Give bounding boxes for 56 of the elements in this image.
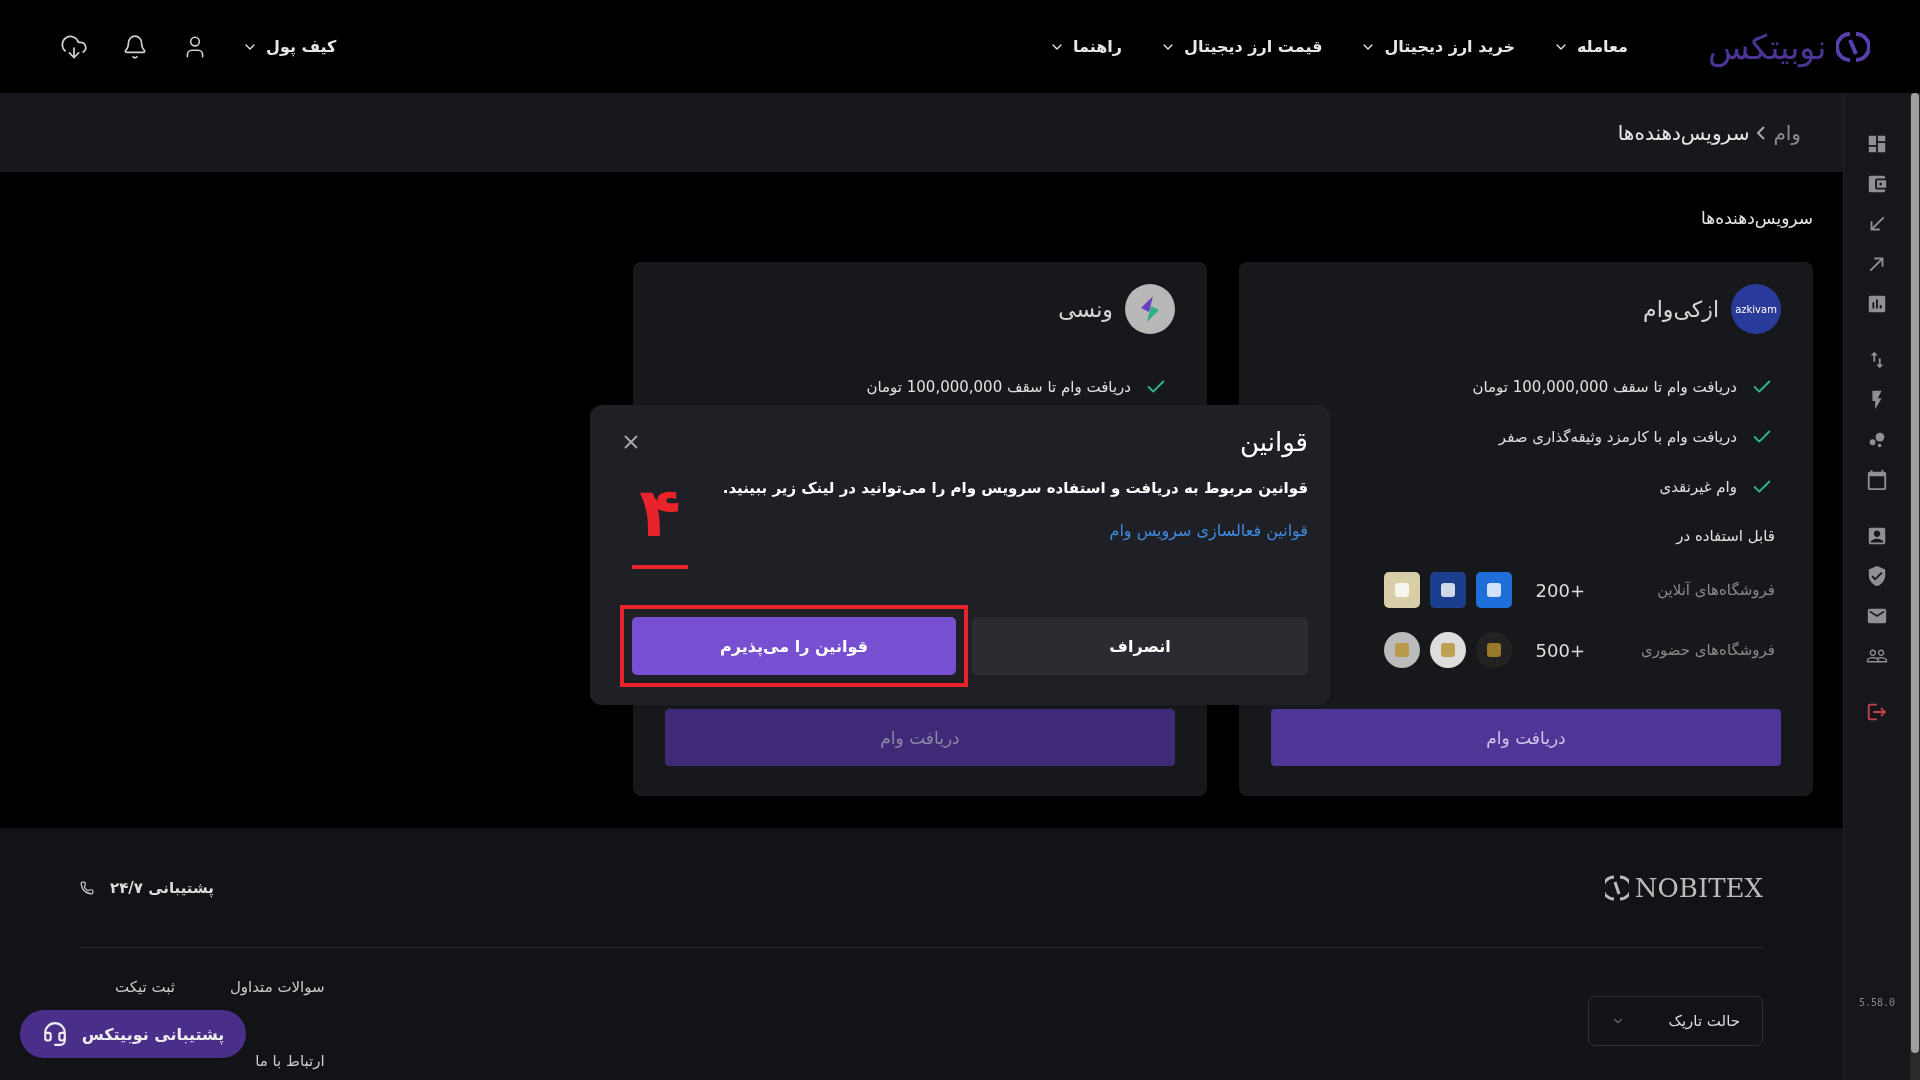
wallet-icon[interactable] <box>1866 173 1888 195</box>
store-count: +200 <box>1535 579 1585 601</box>
logo-icon <box>1836 29 1870 64</box>
accept-button[interactable]: قوانین را می‌پذیرم <box>632 617 956 675</box>
annotation-underline <box>632 565 688 569</box>
store-type-label: فروشگاه‌های حضوری <box>1640 641 1775 659</box>
feature-text: دریافت وام با کارمزد وثیقه‌گذاری صفر <box>1498 428 1737 446</box>
provider-logo: azkivam <box>1731 284 1781 334</box>
provider-name: ازکی‌وام <box>1643 296 1719 322</box>
nav-menu-item[interactable]: خرید ارز دیجیتال <box>1360 37 1515 56</box>
breadcrumb-item[interactable]: وام <box>1773 120 1801 145</box>
shield-icon[interactable] <box>1866 565 1888 587</box>
usable-in-label: قابل استفاده در <box>1676 526 1775 547</box>
store-logo-icon <box>1475 632 1512 668</box>
footer-logo-text: NOBITEX <box>1634 872 1763 903</box>
store-logo-icon <box>1383 632 1420 668</box>
support-chat-button[interactable]: پشتیبانی نوبیتکس <box>20 1010 246 1058</box>
feature-text: دریافت وام تا سقف 100,000,000 تومان <box>866 378 1131 396</box>
store-logo-icon <box>1475 572 1512 608</box>
provider-name: ونسی <box>1058 296 1113 322</box>
cancel-button[interactable]: انصراف <box>972 617 1308 675</box>
store-count: +500 <box>1535 639 1585 661</box>
get-loan-button[interactable]: دریافت وام <box>1271 709 1781 766</box>
dashboard-icon[interactable] <box>1866 133 1888 155</box>
theme-select[interactable]: حالت تاریک <box>1588 996 1763 1046</box>
provider-logo-icon <box>1125 284 1175 334</box>
chevron-left-icon <box>1757 125 1766 140</box>
bell-icon[interactable] <box>122 33 148 60</box>
annotation-number: ۴ <box>639 479 681 547</box>
dialog-text: قوانین مربوط به دریافت و استفاده سرویس وام را می‌توانید در لینک زیر ببینید. <box>722 479 1308 497</box>
support-text: پشتیبانی ۲۴/۷ <box>110 878 214 897</box>
feature-text: وام غیرنقدی <box>1659 478 1737 496</box>
terms-link[interactable]: قوانین فعالسازی سرویس وام <box>1109 521 1308 540</box>
phone-icon <box>80 880 94 895</box>
profile-icon[interactable] <box>1866 525 1888 547</box>
footer-link[interactable]: سوالات متداول <box>229 978 325 996</box>
logo-icon <box>1604 874 1629 901</box>
store-logo-icon <box>1383 572 1420 608</box>
dialog-title: قوانین <box>1240 427 1308 457</box>
store-type-label: فروشگاه‌های آنلاین <box>1656 581 1775 599</box>
version-text: 5.58.0 <box>1858 997 1896 1008</box>
logout-icon[interactable] <box>1866 701 1888 723</box>
page-title: سرویس‌دهنده‌ها <box>1700 208 1813 228</box>
footer-link[interactable]: ثبت تیکت <box>115 978 175 996</box>
nav-menu-item[interactable]: معامله <box>1552 37 1628 56</box>
store-logo-icon <box>1429 632 1466 668</box>
breadcrumb-item[interactable]: سرویس‌دهنده‌ها <box>1617 120 1750 145</box>
feature-text: دریافت وام تا سقف 100,000,000 تومان <box>1472 378 1737 396</box>
scrollbar[interactable] <box>1910 93 1920 1080</box>
nav-menu-item[interactable]: قیمت ارز دیجیتال <box>1160 37 1323 56</box>
chart-icon[interactable] <box>1866 293 1888 315</box>
headset-icon <box>41 1021 68 1047</box>
wallet-menu[interactable]: کیف پول <box>242 37 337 56</box>
store-logo-icon <box>1429 572 1466 608</box>
calendar-icon[interactable] <box>1866 469 1888 491</box>
nav-menu-item[interactable]: راهنما <box>1048 37 1122 56</box>
